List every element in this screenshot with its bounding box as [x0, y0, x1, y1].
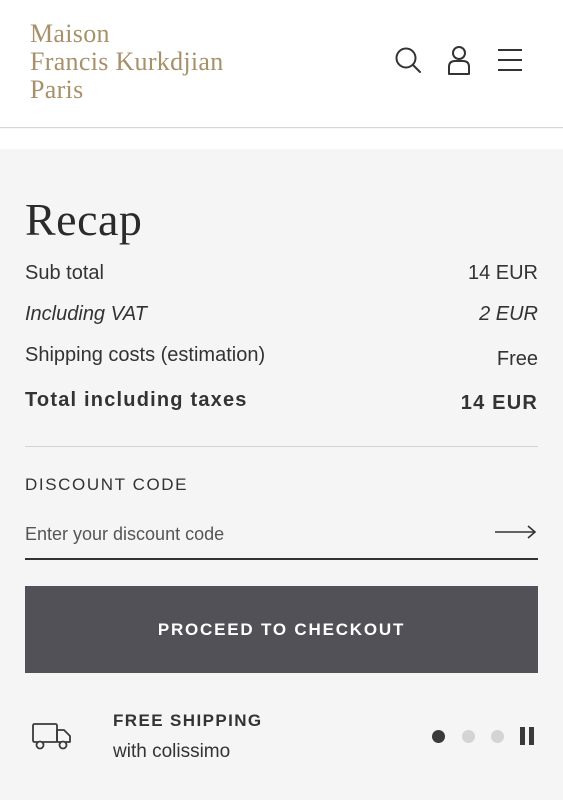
shipping-costs-row: Shipping costs (estimation) Free — [25, 344, 538, 370]
vat-row: Including VAT 2 EUR — [25, 303, 538, 326]
recap-panel: Recap Sub total 14 EUR Including VAT 2 E… — [0, 149, 563, 800]
hamburger-menu-icon[interactable] — [494, 44, 526, 76]
logo-line-2: Francis Kurkdjian — [30, 47, 224, 76]
vat-label: Including VAT — [25, 303, 147, 325]
divider — [25, 446, 538, 447]
brand-logo[interactable]: Maison Francis Kurkdjian Paris — [30, 20, 224, 104]
shipping-costs-label: Shipping costs (estimation) — [25, 344, 266, 366]
search-icon[interactable] — [392, 44, 424, 76]
total-row: Total including taxes 14 EUR — [25, 389, 538, 414]
pause-icon[interactable] — [518, 727, 536, 745]
shipping-costs-value: Free — [496, 348, 538, 370]
discount-code-label: DISCOUNT CODE — [25, 475, 189, 494]
discount-code-input[interactable] — [25, 521, 485, 547]
carousel-dot-3[interactable] — [491, 730, 504, 743]
user-icon[interactable] — [443, 44, 475, 76]
subtotal-value: 14 EUR — [467, 262, 538, 284]
header-spacer — [0, 129, 563, 149]
subtotal-row: Sub total 14 EUR — [25, 262, 538, 285]
total-label: Total including taxes — [25, 389, 248, 411]
site-header: Maison Francis Kurkdjian Paris — [0, 0, 563, 128]
logo-line-1: Maison — [30, 19, 110, 48]
proceed-to-checkout-button[interactable]: PROCEED TO CHECKOUT — [25, 586, 538, 673]
recap-title: Recap — [25, 194, 143, 245]
arrow-right-icon[interactable] — [494, 521, 538, 543]
carousel-dot-1[interactable] — [432, 730, 445, 743]
total-value: 14 EUR — [460, 392, 538, 414]
subtotal-label: Sub total — [25, 262, 104, 284]
vat-value: 2 EUR — [479, 303, 538, 325]
truck-icon — [32, 723, 71, 750]
free-shipping-subtitle: with colissimo — [113, 741, 231, 762]
discount-code-field — [25, 515, 538, 560]
free-shipping-title: FREE SHIPPING — [113, 711, 263, 730]
carousel-dot-2[interactable] — [462, 730, 475, 743]
logo-line-3: Paris — [30, 75, 84, 104]
